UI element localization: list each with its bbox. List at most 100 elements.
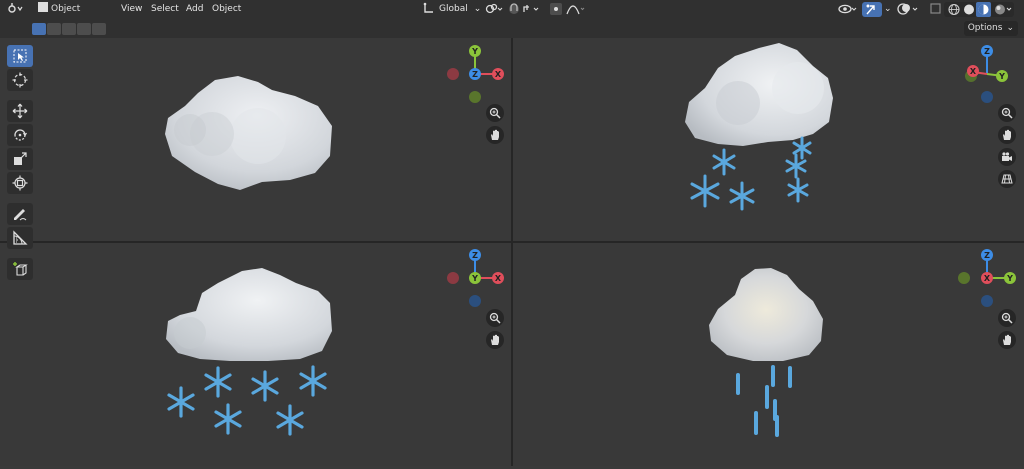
snowflake	[690, 174, 720, 208]
menu-select[interactable]: Select	[151, 2, 179, 17]
snowflake	[167, 386, 195, 418]
solid-shading-icon	[964, 4, 974, 15]
chevron-down-icon: ⌄	[884, 4, 892, 14]
hand-icon[interactable]	[486, 331, 504, 349]
raindrop	[788, 366, 792, 388]
wireframe-shading-icon	[948, 3, 960, 16]
transform-icon[interactable]	[7, 172, 33, 194]
zoom-icon[interactable]	[998, 309, 1016, 327]
navigation-gizmo[interactable]: Z X Y	[447, 249, 504, 307]
shading-mode-group	[944, 2, 1014, 17]
cloud-mesh-front	[166, 268, 332, 361]
axis-x-label: X	[495, 70, 502, 79]
axis-x-label: X	[495, 274, 502, 283]
snowflake	[787, 177, 809, 203]
viewport-bottom-right[interactable]: Z Y X	[513, 243, 1024, 466]
snowflake	[712, 148, 736, 176]
proportional-icon[interactable]	[549, 2, 585, 17]
axis-z-label: Z	[984, 251, 990, 260]
select-new-icon[interactable]	[32, 23, 46, 35]
scale-icon[interactable]	[7, 148, 33, 170]
axis-y-label: Y	[471, 47, 478, 56]
viewport-header: Object Mode⌄ View Select Add Object Glob…	[0, 0, 1024, 29]
raindrop	[771, 365, 775, 387]
zoom-icon[interactable]	[486, 104, 504, 122]
cloud-mesh-side	[709, 268, 823, 361]
pivot-icon[interactable]	[484, 2, 504, 17]
gizmo-icon[interactable]	[862, 2, 882, 17]
cloud-snow-scene-perspective: X Y Z	[685, 43, 1008, 211]
cloud-mesh-perspective	[685, 43, 833, 146]
menu-add[interactable]: Add	[186, 2, 203, 17]
select-difference-icon[interactable]	[77, 23, 91, 35]
material-shading-icon	[978, 4, 989, 15]
options-label: Options	[967, 23, 1003, 33]
snowflake	[299, 365, 327, 397]
transform-orientation-icon[interactable]	[423, 2, 435, 17]
zoom-icon[interactable]	[998, 104, 1016, 122]
visibility-icon[interactable]	[838, 2, 858, 17]
transform-orientation-dropdown[interactable]: Global ⌄	[439, 2, 481, 17]
cloud-rain-scene-side: Z Y X	[709, 249, 1016, 437]
viewport-top-left[interactable]: Y X Z	[0, 38, 511, 241]
menu-view[interactable]: View	[121, 2, 142, 17]
axis-y-label: Y	[1006, 274, 1013, 283]
transform-orientation-label: Global	[439, 4, 468, 14]
axis-z-label: Z	[472, 70, 478, 79]
select-box-icon[interactable]	[7, 45, 33, 67]
viewport-top-right[interactable]: X Y Z	[513, 38, 1024, 241]
snowflake	[276, 404, 304, 436]
hand-icon[interactable]	[998, 126, 1016, 144]
select-subtract-icon[interactable]	[62, 23, 76, 35]
cursor-icon[interactable]	[7, 69, 33, 91]
snowflake	[729, 181, 755, 211]
axis-y-label: Y	[998, 72, 1005, 81]
viewport-divider-horizontal[interactable]	[0, 241, 1024, 243]
snowflake-group	[167, 365, 327, 436]
raindrop	[736, 373, 740, 395]
tool-settings-bar	[0, 19, 1024, 38]
navigation-gizmo[interactable]: Z Y X	[958, 249, 1016, 307]
editor-type-icon[interactable]	[6, 2, 24, 17]
rendered-shading-icon	[995, 4, 1005, 15]
hand-icon[interactable]	[486, 126, 504, 144]
overlay-icon[interactable]	[897, 2, 921, 17]
rotate-icon[interactable]	[7, 124, 33, 146]
xray-icon[interactable]	[930, 2, 942, 17]
cloud-snow-scene-top: Y X Z	[165, 45, 504, 190]
object-mode-dropdown[interactable]: Object Mode⌄	[34, 2, 118, 29]
add-cube-icon[interactable]	[7, 258, 33, 280]
cloud-mesh-top	[165, 76, 332, 190]
viewport-divider-vertical[interactable]	[511, 38, 513, 466]
hand-icon[interactable]	[998, 331, 1016, 349]
snap-icon[interactable]	[507, 2, 543, 17]
selection-mode-group	[32, 23, 106, 35]
snowflake-group	[690, 136, 812, 211]
axis-z-label: Z	[472, 251, 478, 260]
snowflake	[204, 366, 232, 398]
options-dropdown[interactable]: Options ⌄	[963, 21, 1018, 36]
viewport-bottom-left[interactable]: Z X Y	[0, 243, 511, 466]
object-mode-icon	[38, 2, 48, 12]
gizmo-dropdown[interactable]: ⌄	[884, 2, 892, 17]
zoom-icon[interactable]	[486, 309, 504, 327]
axis-z-label: Z	[984, 47, 990, 56]
camera-icon[interactable]	[998, 148, 1016, 166]
axis-x-label: X	[970, 67, 977, 76]
menu-object[interactable]: Object	[212, 2, 241, 17]
navigation-gizmo[interactable]: X Y Z	[965, 45, 1008, 103]
move-icon[interactable]	[7, 100, 33, 122]
raindrop	[754, 411, 758, 435]
measure-icon[interactable]	[7, 227, 33, 249]
cloud-snow-scene-front: Z X Y	[166, 249, 504, 436]
select-intersect-icon[interactable]	[92, 23, 106, 35]
navigation-gizmo[interactable]: Y X Z	[447, 45, 504, 103]
select-extend-icon[interactable]	[47, 23, 61, 35]
chevron-down-icon: ⌄	[473, 4, 482, 14]
tool-shelf	[7, 44, 37, 282]
annotate-icon[interactable]	[7, 203, 33, 225]
raindrop	[775, 415, 779, 437]
chevron-down-icon: ⌄	[1006, 23, 1014, 33]
raindrop	[765, 385, 769, 409]
perspective-grid-icon[interactable]	[998, 170, 1016, 188]
